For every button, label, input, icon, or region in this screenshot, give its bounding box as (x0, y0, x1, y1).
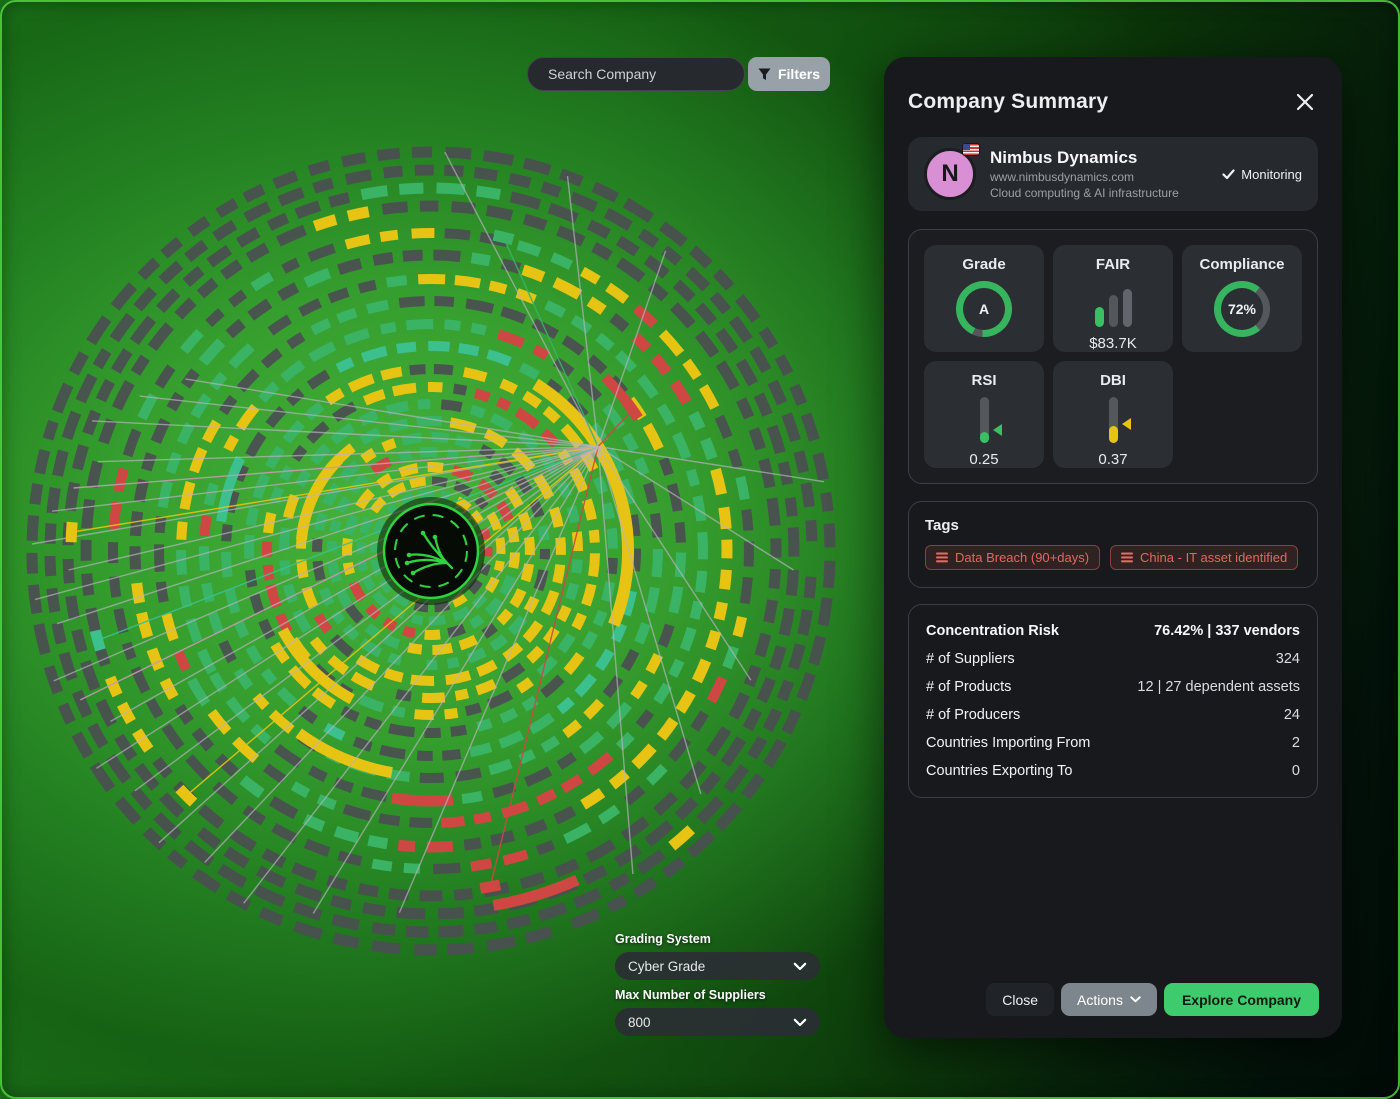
max-suppliers-select[interactable]: 800 (615, 1008, 820, 1036)
rsi-value: 0.25 (969, 451, 998, 468)
tags-section: Tags Data Breach (90+days) (908, 501, 1318, 588)
max-suppliers-control: Max Number of Suppliers 800 (615, 988, 820, 1036)
explore-company-button[interactable]: Explore Company (1164, 983, 1319, 1016)
company-website: www.nimbusdynamics.com (990, 170, 1208, 184)
funnel-icon (758, 68, 771, 81)
chevron-down-icon (793, 962, 807, 971)
company-summary-panel: Company Summary N Nimbus Dynamics www.ni… (884, 57, 1342, 1038)
focus-company-logo[interactable] (377, 497, 485, 605)
metrics-section: Grade A FAIR $83.7K Compliance 72% RSI (908, 229, 1318, 484)
fair-value: $83.7K (1089, 335, 1137, 352)
stat-row-countries-importing: Countries Importing From2 (926, 729, 1300, 757)
company-initial: N (941, 160, 958, 188)
monitoring-label: Monitoring (1241, 167, 1302, 182)
grade-value: A (979, 301, 989, 317)
dbi-label: DBI (1100, 372, 1126, 389)
close-panel-button[interactable] (1292, 89, 1318, 115)
stats-section: Concentration Risk76.42% | 337 vendors #… (908, 604, 1318, 798)
tag-china-it-asset[interactable]: China - IT asset identified (1110, 545, 1298, 570)
rsi-gauge (980, 397, 989, 443)
grade-label: Grade (962, 256, 1005, 273)
fair-label: FAIR (1096, 256, 1130, 273)
stat-row-countries-exporting: Countries Exporting To0 (926, 757, 1300, 785)
close-button[interactable]: Close (986, 983, 1054, 1016)
company-search-combobox[interactable] (527, 57, 745, 91)
grading-system-control: Grading System Cyber Grade (615, 932, 820, 980)
max-suppliers-label: Max Number of Suppliers (615, 988, 820, 1002)
tag-stack-icon (936, 552, 948, 563)
checkmark-icon (1222, 169, 1235, 180)
grade-metric-card[interactable]: Grade A (924, 245, 1044, 352)
rsi-label: RSI (971, 372, 996, 389)
search-input[interactable] (548, 66, 729, 82)
grading-system-label: Grading System (615, 932, 820, 946)
tags-title: Tags (925, 517, 1301, 534)
rsi-gauge-marker (993, 424, 1002, 436)
compliance-metric-card[interactable]: Compliance 72% (1182, 245, 1302, 352)
fair-bars-gauge (1095, 281, 1132, 327)
compliance-gauge: 72% (1214, 281, 1270, 337)
compliance-value: 72% (1228, 301, 1256, 317)
dbi-metric-card[interactable]: DBI 0.37 (1053, 361, 1173, 468)
monitoring-status: Monitoring (1222, 167, 1302, 182)
rsi-gauge-fill (980, 432, 989, 444)
filters-button[interactable]: Filters (748, 57, 830, 91)
fair-metric-card[interactable]: FAIR $83.7K (1053, 245, 1173, 352)
us-flag-icon (963, 144, 979, 155)
tag-label: Data Breach (90+days) (955, 550, 1089, 565)
max-suppliers-value: 800 (628, 1015, 651, 1030)
stat-row-products: # of Products12 | 27 dependent assets (926, 673, 1300, 701)
company-avatar: N (924, 148, 976, 200)
stat-row-suppliers: # of Suppliers324 (926, 645, 1300, 673)
actions-label: Actions (1077, 992, 1123, 1008)
company-card[interactable]: N Nimbus Dynamics www.nimbusdynamics.com… (908, 137, 1318, 211)
dbi-gauge (1109, 397, 1118, 443)
stat-row-concentration-risk: Concentration Risk76.42% | 337 vendors (926, 617, 1300, 645)
dbi-gauge-fill (1109, 426, 1118, 443)
compliance-label: Compliance (1199, 256, 1284, 273)
chevron-down-icon (793, 1018, 807, 1027)
stat-row-producers: # of Producers24 (926, 701, 1300, 729)
close-icon (1296, 93, 1314, 111)
tag-stack-icon (1121, 552, 1133, 563)
chevron-down-icon (1130, 996, 1141, 1003)
actions-button[interactable]: Actions (1061, 983, 1157, 1016)
company-description: Cloud computing & AI infrastructure (990, 186, 1208, 200)
tag-data-breach[interactable]: Data Breach (90+days) (925, 545, 1100, 570)
company-name: Nimbus Dynamics (990, 148, 1208, 168)
tag-label: China - IT asset identified (1140, 550, 1287, 565)
grading-system-select[interactable]: Cyber Grade (615, 952, 820, 980)
rsi-metric-card[interactable]: RSI 0.25 (924, 361, 1044, 468)
grade-gauge: A (956, 281, 1012, 337)
app-root: Filters Grading System Cyber Grade Max N… (0, 0, 1400, 1099)
dbi-value: 0.37 (1098, 451, 1127, 468)
grading-system-value: Cyber Grade (628, 959, 705, 974)
filters-label: Filters (778, 66, 820, 82)
panel-title: Company Summary (908, 90, 1108, 114)
dbi-gauge-marker (1122, 418, 1131, 430)
